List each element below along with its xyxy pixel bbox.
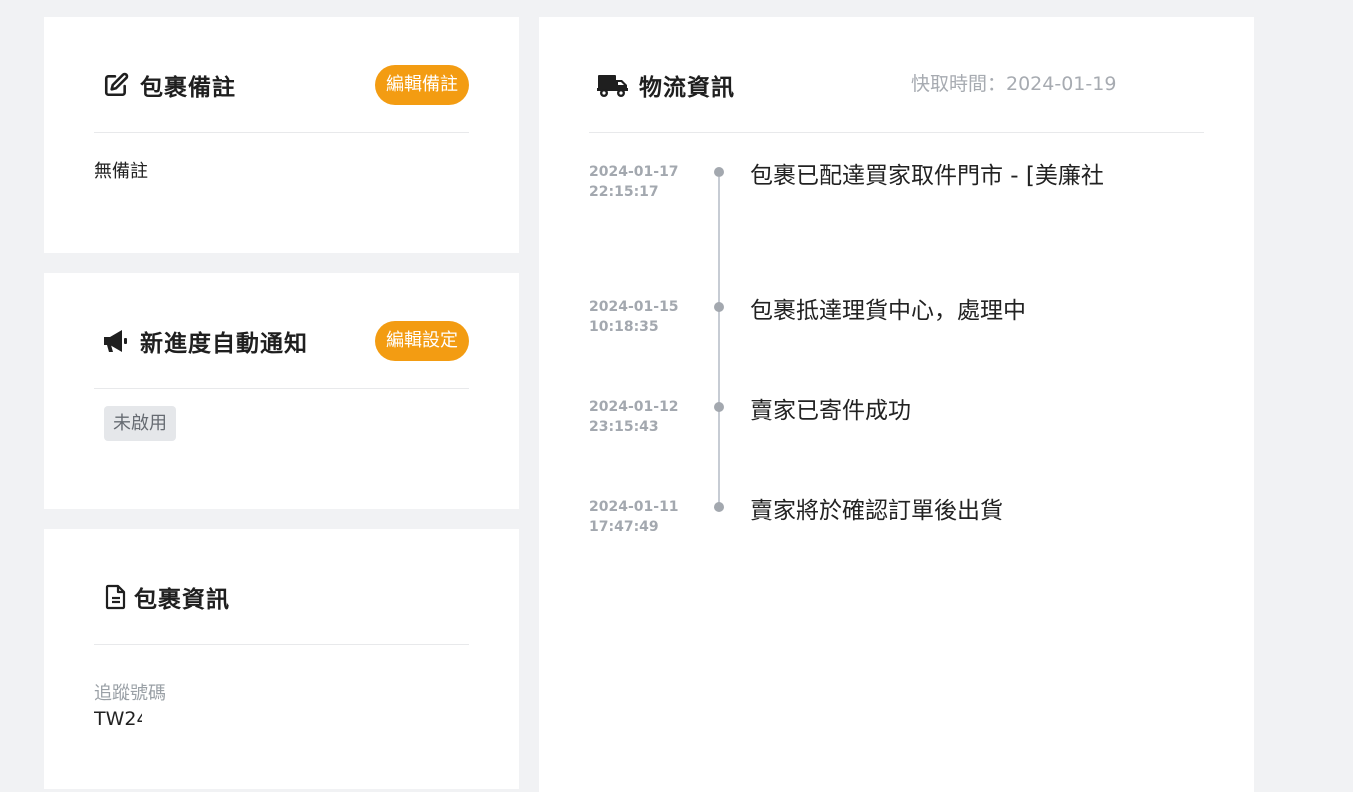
package-info-header: 包裹資訊	[94, 574, 469, 619]
divider	[94, 644, 469, 645]
status-badge: 未啟用	[104, 406, 176, 441]
timeline-event-text: 賣家已寄件成功	[750, 398, 911, 424]
truck-icon	[597, 71, 629, 99]
timeline-date: 2024-01-11	[589, 499, 679, 515]
megaphone-icon	[102, 327, 130, 355]
note-content: 無備註	[94, 161, 148, 182]
timeline-datetime: 2024-01-15 10:18:35	[589, 297, 679, 337]
timeline-time: 17:47:49	[589, 519, 659, 535]
divider	[589, 132, 1204, 133]
document-icon	[102, 583, 130, 611]
timeline-dot	[714, 167, 724, 177]
auto-notify-card: 新進度自動通知 編輯設定 未啟用	[44, 273, 519, 509]
timeline-event-text: 包裹已配達買家取件門市 - [美廉社	[750, 163, 1104, 189]
timeline-date: 2024-01-12	[589, 399, 679, 415]
logistics-card: 物流資訊 快取時間：2024-01-19 2024-01-17 22:15:17…	[539, 17, 1254, 792]
timeline-date: 2024-01-17	[589, 164, 679, 180]
package-note-title: 包裹備註	[140, 74, 236, 101]
package-note-card: 包裹備註 編輯備註 無備註	[44, 17, 519, 253]
timeline-datetime: 2024-01-12 23:15:43	[589, 397, 679, 437]
timeline-dot	[714, 402, 724, 412]
edit-note-button[interactable]: 編輯備註	[375, 64, 469, 105]
timeline-time: 10:18:35	[589, 319, 659, 335]
auto-notify-header: 新進度自動通知 編輯設定	[94, 318, 469, 363]
logistics-title: 物流資訊	[639, 74, 735, 101]
timeline-event-text: 包裹抵達理貨中心，處理中	[750, 298, 1026, 324]
tracking-number-label: 追蹤號碼	[94, 683, 166, 704]
timeline-time: 22:15:17	[589, 184, 659, 200]
package-info-card: 包裹資訊 追蹤號碼 TW24	[44, 529, 519, 789]
timeline-datetime: 2024-01-11 17:47:49	[589, 497, 679, 537]
fetch-time: 快取時間：2024-01-19	[911, 73, 1117, 95]
timeline-dot	[714, 302, 724, 312]
divider	[94, 132, 469, 133]
package-info-title: 包裹資訊	[134, 586, 230, 613]
auto-notify-title: 新進度自動通知	[140, 330, 308, 357]
edit-settings-button[interactable]: 編輯設定	[375, 320, 469, 361]
timeline-date: 2024-01-15	[589, 299, 679, 315]
timeline-time: 23:15:43	[589, 419, 659, 435]
edit-square-icon	[102, 71, 130, 99]
timeline-datetime: 2024-01-17 22:15:17	[589, 162, 679, 202]
timeline-dot	[714, 502, 724, 512]
timeline-line	[718, 177, 720, 510]
package-note-header: 包裹備註 編輯備註	[94, 62, 469, 107]
divider	[94, 388, 469, 389]
timeline-event-text: 賣家將於確認訂單後出貨	[750, 498, 1003, 524]
tracking-number-value: TW24	[94, 708, 142, 730]
